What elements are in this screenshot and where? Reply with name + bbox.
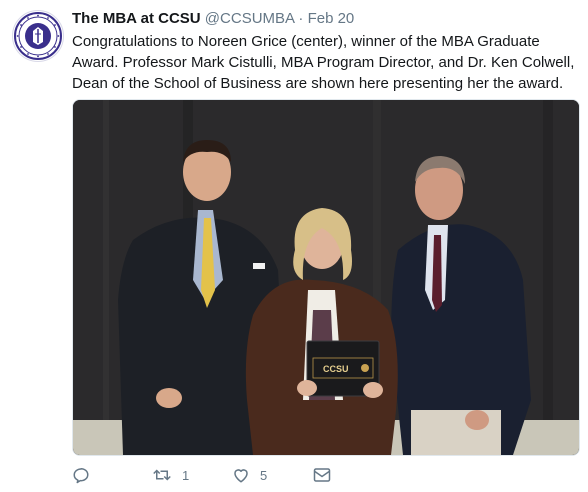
handle[interactable]: @CCSUMBA	[205, 10, 294, 27]
heart-icon	[234, 469, 248, 483]
timestamp[interactable]: Feb 20	[308, 10, 355, 27]
tweet-photo[interactable]: CCSU	[72, 99, 580, 456]
reply-icon	[73, 467, 89, 484]
like-button[interactable]: 5	[232, 462, 267, 488]
tweet-header: The MBA at CCSU @CCSUMBA · Feb 20	[72, 9, 354, 29]
like-count: 5	[260, 467, 268, 483]
avatar[interactable]	[12, 10, 64, 62]
tweet-actions: 1 5	[72, 462, 492, 488]
separator: ·	[298, 10, 304, 27]
display-name[interactable]: The MBA at CCSU	[72, 10, 201, 27]
certificate-label: CCSU	[323, 364, 349, 374]
ccsu-seal-icon	[14, 12, 62, 60]
tweet-text: Congratulations to Noreen Grice (center)…	[72, 33, 575, 92]
envelope-icon	[313, 468, 331, 482]
reply-button[interactable]	[72, 462, 90, 488]
direct-message-button[interactable]	[313, 462, 331, 488]
retweet-count: 1	[182, 467, 190, 483]
award-photo: CCSU	[73, 100, 579, 455]
tweet: The MBA at CCSU @CCSUMBA · Feb 20 Congra…	[0, 0, 588, 492]
retweet-button[interactable]: 1	[152, 462, 189, 488]
retweet-icon	[153, 469, 171, 481]
